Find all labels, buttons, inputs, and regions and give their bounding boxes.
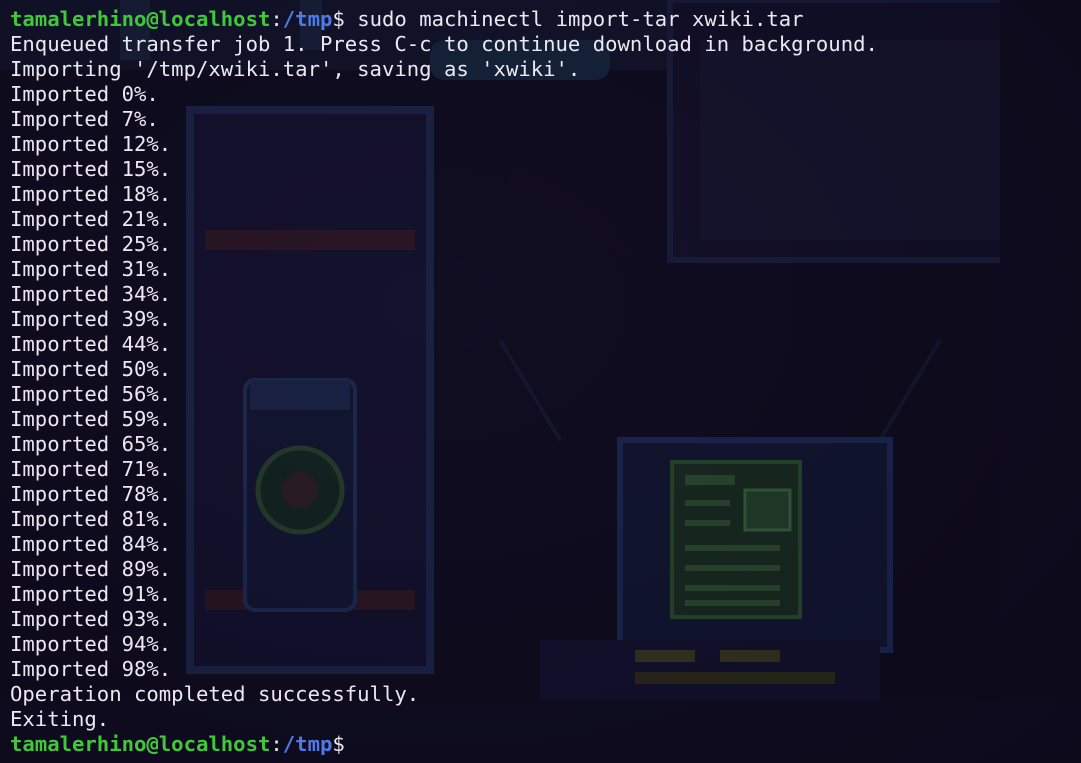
prompt-cwd: /tmp xyxy=(282,7,333,31)
output-line: Imported 44%. xyxy=(10,332,172,356)
output-line: Imported 98%. xyxy=(10,657,172,681)
output-line: Imported 39%. xyxy=(10,307,172,331)
output-line: Imported 89%. xyxy=(10,557,172,581)
output-line: Imported 65%. xyxy=(10,432,172,456)
output-line: Imported 71%. xyxy=(10,457,172,481)
prompt-cwd: /tmp xyxy=(282,732,333,756)
output-line: Importing '/tmp/xwiki.tar', saving as 'x… xyxy=(10,57,581,81)
output-line: Operation completed successfully. xyxy=(10,682,420,706)
output-line: Imported 50%. xyxy=(10,357,172,381)
output-line: Imported 94%. xyxy=(10,632,172,656)
output-line: Imported 12%. xyxy=(10,132,172,156)
prompt-line[interactable]: tamalerhino@localhost:/tmp$ xyxy=(10,732,878,757)
output-line: Imported 34%. xyxy=(10,282,172,306)
prompt-separator: : xyxy=(270,7,283,31)
prompt-user-host: tamalerhino@localhost xyxy=(10,732,271,756)
output-line: Imported 56%. xyxy=(10,382,172,406)
command-line: tamalerhino@localhost:/tmp$ sudo machine… xyxy=(10,7,878,32)
output-line: Imported 78%. xyxy=(10,482,172,506)
output-line: Imported 7%. xyxy=(10,107,159,131)
prompt-symbol: $ xyxy=(332,732,345,756)
prompt-separator: : xyxy=(270,732,283,756)
output-line: Imported 25%. xyxy=(10,232,172,256)
terminal-output: tamalerhino@localhost:/tmp$ sudo machine… xyxy=(10,7,878,757)
output-line: Imported 84%. xyxy=(10,532,172,556)
output-line: Enqueued transfer job 1. Press C-c to co… xyxy=(10,32,878,56)
output-line: Imported 21%. xyxy=(10,207,172,231)
output-line: Imported 15%. xyxy=(10,157,172,181)
output-line: Imported 93%. xyxy=(10,607,172,631)
command-text: sudo machinectl import-tar xwiki.tar xyxy=(344,7,804,31)
output-line: Imported 0%. xyxy=(10,82,159,106)
prompt-symbol: $ xyxy=(332,7,345,31)
output-line: Imported 81%. xyxy=(10,507,172,531)
output-line: Imported 18%. xyxy=(10,182,172,206)
output-line: Imported 59%. xyxy=(10,407,172,431)
prompt-user-host: tamalerhino@localhost xyxy=(10,7,271,31)
terminal-window[interactable]: tamalerhino@localhost:/tmp$ sudo machine… xyxy=(0,0,1081,763)
output-line: Exiting. xyxy=(10,707,110,731)
output-line: Imported 31%. xyxy=(10,257,172,281)
output-line: Imported 91%. xyxy=(10,582,172,606)
